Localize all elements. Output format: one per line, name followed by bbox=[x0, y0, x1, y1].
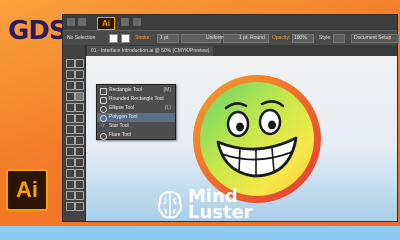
rounded-rectangle-icon bbox=[100, 97, 107, 104]
symbol-sprayer-tool-icon[interactable] bbox=[66, 180, 75, 189]
menu-icon[interactable] bbox=[67, 18, 75, 26]
flyout-shortcut: (M) bbox=[163, 87, 172, 93]
opacity-value: 100% bbox=[294, 35, 307, 41]
style-picker[interactable] bbox=[333, 34, 345, 43]
profile-value: Uniform bbox=[206, 35, 224, 41]
flyout-shortcut: (L) bbox=[164, 105, 171, 111]
stroke-label[interactable]: Stroke: bbox=[135, 34, 151, 42]
opacity-label[interactable]: Opacity: bbox=[272, 34, 290, 42]
flyout-item-star[interactable]: ☆ Star Tool bbox=[97, 122, 175, 131]
pencil-tool-icon[interactable] bbox=[75, 103, 84, 112]
flyout-item-rectangle[interactable]: Rectangle Tool (M) bbox=[97, 86, 175, 95]
slice-tool-icon[interactable] bbox=[75, 191, 84, 200]
flyout-item-rounded-rectangle[interactable]: Rounded Rectangle Tool bbox=[97, 95, 175, 104]
style-label: Style: bbox=[319, 35, 332, 41]
rectangle-icon bbox=[100, 88, 107, 95]
flyout-label: Rounded Rectangle Tool bbox=[109, 96, 164, 102]
arrange-icon[interactable] bbox=[121, 18, 129, 26]
flyout-item-ellipse[interactable]: Ellipse Tool (L) bbox=[97, 104, 175, 113]
pen-tool-icon[interactable] bbox=[66, 81, 75, 90]
stroke-weight-value: 1 pt bbox=[160, 35, 169, 41]
flyout-label: Star Tool bbox=[109, 123, 129, 129]
scale-tool-icon[interactable] bbox=[75, 125, 84, 134]
flare-icon bbox=[100, 133, 107, 140]
right-pupil bbox=[268, 120, 276, 130]
hand-tool-icon[interactable] bbox=[66, 202, 75, 211]
column-graph-tool-icon[interactable] bbox=[75, 180, 84, 189]
ellipse-icon bbox=[100, 106, 107, 113]
zoom-tool-icon[interactable] bbox=[75, 202, 84, 211]
watermark-line-2: Luster bbox=[188, 202, 253, 223]
direct-selection-tool-icon[interactable] bbox=[75, 59, 84, 68]
shape-tool-flyout: Rectangle Tool (M) Rounded Rectangle Too… bbox=[96, 84, 176, 140]
perspective-grid-tool-icon[interactable] bbox=[75, 147, 84, 156]
artboard-tool-icon[interactable] bbox=[66, 191, 75, 200]
workspace-icon[interactable] bbox=[133, 18, 141, 26]
stroke-swatch[interactable] bbox=[121, 34, 130, 43]
flyout-label: Flare Tool bbox=[109, 132, 131, 138]
line-tool-icon[interactable] bbox=[66, 92, 75, 101]
bottom-strip bbox=[0, 226, 400, 240]
magic-wand-tool-icon[interactable] bbox=[66, 70, 75, 79]
flyout-label: Polygon Tool bbox=[109, 114, 138, 120]
star-icon: ☆ bbox=[100, 123, 106, 129]
paintbrush-tool-icon[interactable] bbox=[66, 103, 75, 112]
free-transform-tool-icon[interactable] bbox=[75, 136, 84, 145]
selection-status: No Selection bbox=[67, 35, 96, 41]
rotate-tool-icon[interactable] bbox=[66, 125, 75, 134]
eyedropper-tool-icon[interactable] bbox=[66, 169, 75, 178]
width-tool-icon[interactable] bbox=[66, 136, 75, 145]
document-tab[interactable]: 01 - Interface Introduction.ai @ 50% (CM… bbox=[87, 46, 214, 56]
blend-tool-icon[interactable] bbox=[75, 169, 84, 178]
flyout-label: Rectangle Tool bbox=[109, 87, 142, 93]
flyout-item-polygon[interactable]: Polygon Tool bbox=[97, 113, 175, 122]
control-bar: No Selection Stroke: 1 pt Uniform 1 pt. … bbox=[63, 30, 399, 46]
document-tab-bar: 01 - Interface Introduction.ai @ 50% (CM… bbox=[85, 45, 397, 56]
polygon-icon bbox=[100, 115, 107, 122]
flyout-item-flare[interactable]: Flare Tool bbox=[97, 131, 175, 140]
bridge-icon[interactable] bbox=[78, 18, 86, 26]
blob-brush-tool-icon[interactable] bbox=[66, 114, 75, 123]
lasso-tool-icon[interactable] bbox=[75, 70, 84, 79]
mesh-tool-icon[interactable] bbox=[66, 158, 75, 167]
thumbnail: GDS. Ai No Selection Stroke: 1 pt Unifor… bbox=[0, 0, 400, 240]
app-titlebar: Ai bbox=[63, 15, 397, 30]
gradient-tool-icon[interactable] bbox=[75, 158, 84, 167]
brain-icon bbox=[157, 190, 183, 219]
tools-panel bbox=[63, 45, 86, 221]
selection-tool-icon[interactable] bbox=[66, 59, 75, 68]
fill-swatch[interactable] bbox=[109, 34, 118, 43]
flyout-label: Ellipse Tool bbox=[109, 105, 135, 111]
app-badge: Ai bbox=[97, 17, 115, 30]
brush-value: 1 pt. Round bbox=[239, 35, 265, 41]
eraser-tool-icon[interactable] bbox=[75, 114, 84, 123]
illustrator-logo: Ai bbox=[6, 169, 48, 211]
rectangle-tool-icon[interactable] bbox=[75, 92, 84, 101]
shape-builder-tool-icon[interactable] bbox=[66, 147, 75, 156]
left-pupil bbox=[236, 122, 244, 132]
type-tool-icon[interactable] bbox=[75, 81, 84, 90]
document-setup-label: Document Setup bbox=[354, 35, 392, 41]
